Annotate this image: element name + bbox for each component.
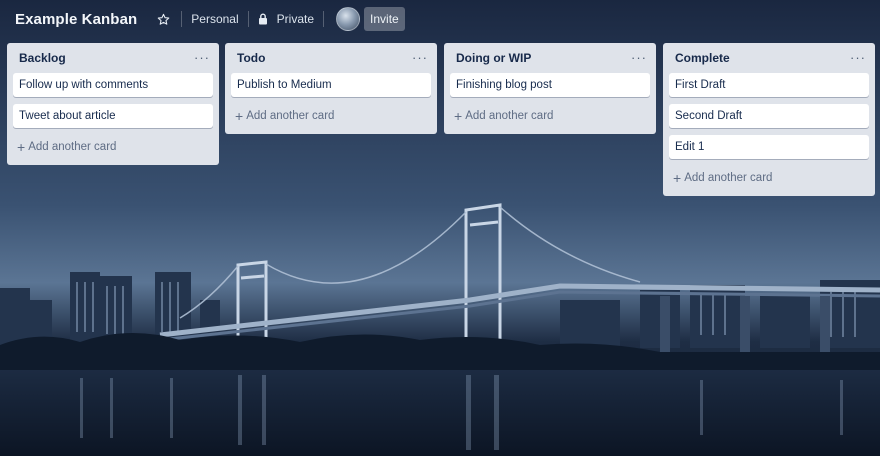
lock-icon — [258, 12, 270, 26]
avatar[interactable] — [336, 7, 361, 31]
plus-icon: + — [673, 170, 682, 186]
plus-icon: + — [454, 108, 463, 124]
list-todo: Todo ··· Publish to Medium + Add another… — [225, 43, 437, 134]
card[interactable]: Second Draft — [669, 104, 869, 128]
list-title[interactable]: Doing or WIP — [456, 51, 531, 65]
list-menu-icon[interactable]: ··· — [194, 51, 210, 64]
card[interactable]: Edit 1 — [669, 135, 869, 159]
header-divider — [247, 11, 249, 27]
card[interactable]: Publish to Medium — [231, 73, 431, 97]
list-complete: Complete ··· First Draft Second Draft Ed… — [663, 43, 875, 196]
board-header: Example Kanban Personal Private Invite — [0, 0, 880, 38]
list-title[interactable]: Backlog — [19, 51, 66, 65]
list-title[interactable]: Complete — [675, 51, 730, 65]
add-card-button[interactable]: + Add another card — [450, 104, 650, 128]
header-divider — [323, 11, 325, 27]
card[interactable]: Tweet about article — [13, 104, 213, 128]
add-card-label: Add another card — [684, 172, 773, 184]
add-card-button[interactable]: + Add another card — [13, 135, 213, 159]
list-doing: Doing or WIP ··· Finishing blog post + A… — [444, 43, 656, 134]
list-header: Complete ··· — [663, 43, 875, 73]
add-card-label: Add another card — [28, 141, 117, 153]
list-header: Backlog ··· — [7, 43, 219, 73]
plus-icon: + — [17, 139, 26, 155]
privacy-label: Private — [276, 12, 315, 26]
list-title[interactable]: Todo — [237, 51, 265, 65]
list-header: Doing or WIP ··· — [444, 43, 656, 73]
header-divider — [181, 11, 183, 27]
add-card-button[interactable]: + Add another card — [669, 166, 869, 190]
invite-button[interactable]: Invite — [364, 7, 405, 31]
team-visibility-button[interactable]: Personal — [191, 12, 238, 26]
list-menu-icon[interactable]: ··· — [412, 51, 428, 64]
board-title[interactable]: Example Kanban — [15, 11, 137, 28]
list-menu-icon[interactable]: ··· — [850, 51, 866, 64]
list-header: Todo ··· — [225, 43, 437, 73]
add-card-label: Add another card — [246, 110, 335, 122]
add-card-label: Add another card — [465, 110, 554, 122]
card[interactable]: Finishing blog post — [450, 73, 650, 97]
list-backlog: Backlog ··· Follow up with comments Twee… — [7, 43, 219, 165]
plus-icon: + — [235, 108, 244, 124]
list-menu-icon[interactable]: ··· — [631, 51, 647, 64]
card[interactable]: Follow up with comments — [13, 73, 213, 97]
card[interactable]: First Draft — [669, 73, 869, 97]
add-card-button[interactable]: + Add another card — [231, 104, 431, 128]
star-icon[interactable] — [155, 11, 171, 27]
privacy-button[interactable]: Private — [258, 12, 314, 26]
